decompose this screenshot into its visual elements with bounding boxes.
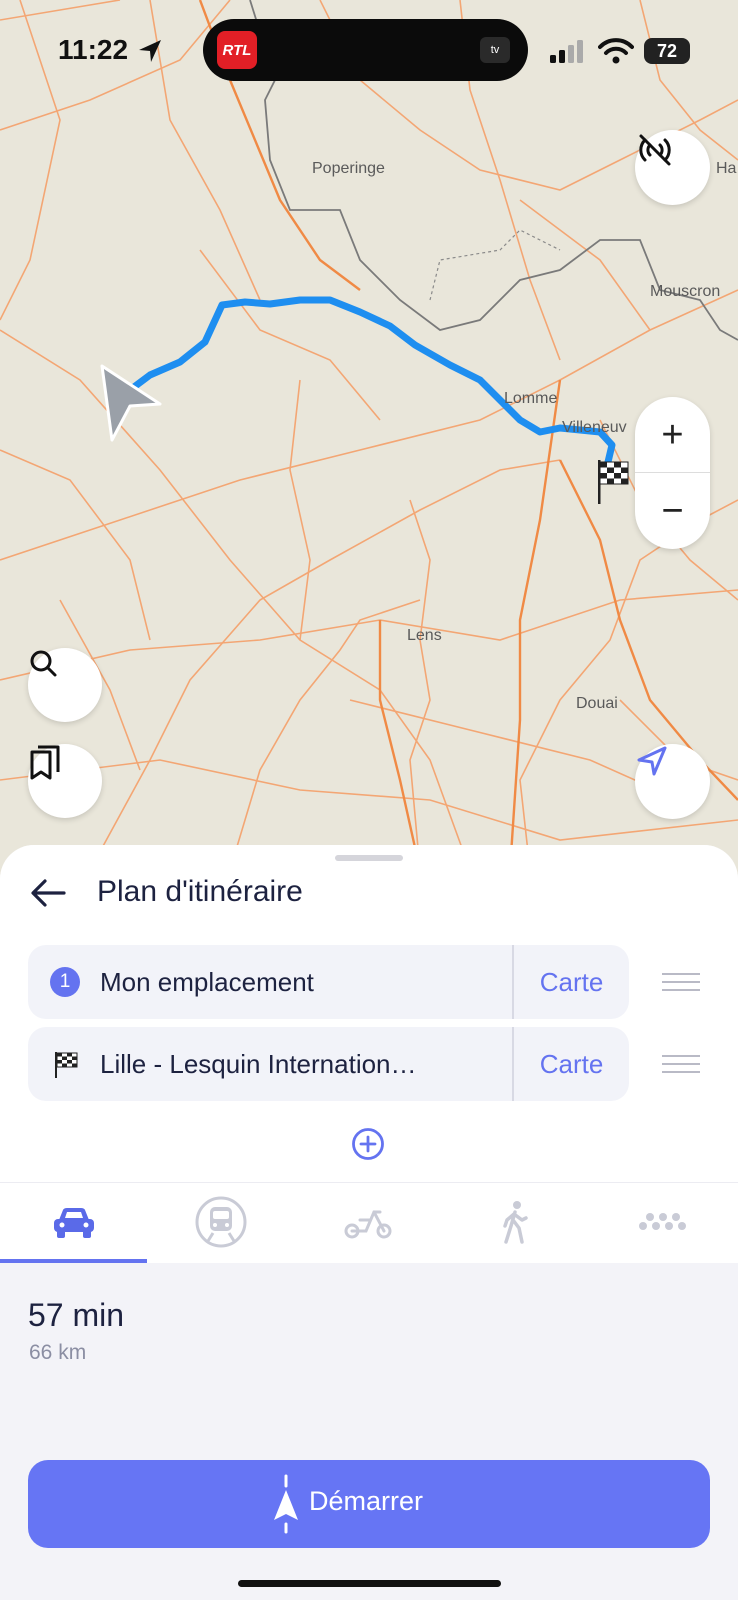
stop-number-badge: 1 <box>50 967 80 997</box>
navigation-arrow-icon <box>637 746 667 776</box>
destination-flag-icon <box>598 460 629 504</box>
place-label: Lens <box>407 627 442 644</box>
wifi-icon <box>598 38 634 64</box>
tab-bike[interactable] <box>294 1183 441 1261</box>
place-label: Douai <box>576 695 618 712</box>
origin-stop-row[interactable]: 1 Mon emplacement Carte <box>28 945 629 1019</box>
checkered-flag-icon <box>55 1052 78 1078</box>
place-label: Lomme <box>504 390 558 407</box>
place-label: Mouscron <box>650 283 721 300</box>
start-navigation-button[interactable]: Démarrer <box>28 1460 710 1548</box>
sheet-header-area: Plan d'itinéraire 1 Mon emplacement Cart… <box>0 845 738 1182</box>
zoom-out-button[interactable]: − <box>635 473 710 549</box>
clock: 11:22 <box>58 34 129 65</box>
search-icon <box>30 650 57 677</box>
status-bar: 11:22 RTL tv 72 <box>0 0 738 100</box>
destination-map-button[interactable]: Carte <box>514 1027 629 1101</box>
recenter-button[interactable] <box>635 744 710 819</box>
place-label: Villeneuv <box>562 419 627 436</box>
arrow-left-icon <box>31 879 66 907</box>
battery-indicator: 72 <box>644 38 690 64</box>
zoom-in-button[interactable]: + <box>635 397 710 473</box>
zoom-control: + − <box>635 397 710 549</box>
home-indicator[interactable] <box>238 1580 501 1587</box>
destination-stop-row[interactable]: Lille - Lesquin International Air... Car… <box>28 1027 629 1101</box>
route-line <box>126 296 616 466</box>
tab-car[interactable] <box>0 1183 147 1263</box>
walking-icon <box>502 1201 528 1244</box>
bookmarks-icon <box>30 745 60 780</box>
origin-label: Mon emplacement <box>100 967 314 997</box>
tab-more-modes[interactable] <box>588 1183 735 1261</box>
car-icon <box>53 1208 94 1238</box>
route-distance: 66 km <box>29 1341 87 1364</box>
scooter-icon <box>344 1210 391 1239</box>
dynamic-island[interactable]: RTL tv <box>203 19 528 81</box>
sheet-drag-handle[interactable] <box>335 855 403 861</box>
add-stop-button[interactable] <box>351 1127 385 1161</box>
rtl-app-icon: RTL <box>217 31 257 69</box>
transport-mode-tabs <box>0 1182 738 1263</box>
origin-map-button[interactable]: Carte <box>514 945 629 1019</box>
signal-off-icon <box>639 134 671 166</box>
route-duration: 57 min <box>28 1297 125 1333</box>
place-label: Ha <box>716 160 737 177</box>
map-view[interactable]: Poperinge Mouscron Lomme Villeneuv Lens … <box>0 0 738 870</box>
traffic-toggle-button[interactable] <box>635 130 710 205</box>
more-dots-icon <box>638 1213 686 1230</box>
current-location-arrow-icon <box>100 364 162 442</box>
navigation-start-icon <box>274 1474 298 1534</box>
page-title: Plan d'itinéraire <box>97 875 303 908</box>
destination-label: Lille - Lesquin International Air... <box>100 1049 430 1079</box>
route-planner-sheet: Plan d'itinéraire 1 Mon emplacement Cart… <box>0 845 738 1600</box>
train-icon <box>195 1196 246 1248</box>
reorder-handle-icon[interactable] <box>662 1055 700 1075</box>
tab-transit[interactable] <box>147 1183 294 1261</box>
cellular-signal-icon <box>550 40 583 63</box>
tab-walk[interactable] <box>441 1183 588 1261</box>
start-label: Démarrer <box>309 1486 424 1516</box>
reorder-handle-icon[interactable] <box>662 973 700 993</box>
back-button[interactable] <box>28 873 68 913</box>
location-services-icon <box>139 40 161 62</box>
apple-tv-icon: tv <box>480 37 510 63</box>
place-label: Poperinge <box>312 160 385 177</box>
search-button[interactable] <box>28 648 102 722</box>
saved-places-button[interactable] <box>28 744 102 818</box>
